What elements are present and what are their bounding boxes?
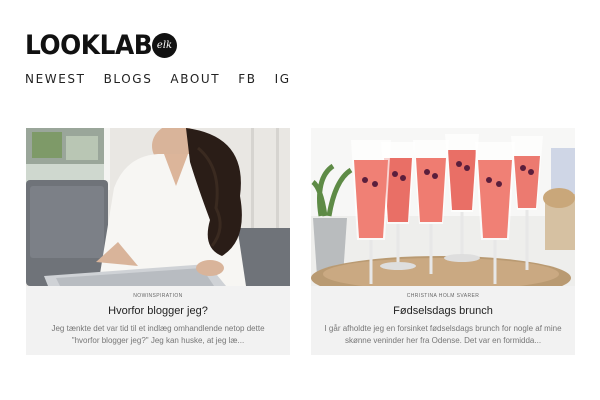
post-excerpt: I går afholdte jeg en forsinket fødselsd…: [324, 324, 562, 345]
logo-wordmark: LOOKLAB: [25, 30, 153, 61]
post-image-champagne-glasses[interactable]: [311, 128, 575, 286]
site-logo[interactable]: LOOKLAB elk: [25, 30, 177, 61]
post-title[interactable]: Hvorfor blogger jeg?: [26, 305, 290, 317]
nav-item-fb[interactable]: FB: [238, 72, 256, 86]
nav-item-ig[interactable]: IG: [275, 72, 291, 86]
post-category: CHRISTINA HOLM SVARER: [406, 293, 480, 299]
logo-badge: elk: [152, 33, 177, 58]
post-card[interactable]: NOWINSPIRATION Hvorfor blogger jeg? Jeg …: [26, 128, 290, 355]
main-nav: NEWEST BLOGS ABOUT FB IG: [25, 72, 291, 86]
post-card[interactable]: CHRISTINA HOLM SVARER Fødselsdags brunch…: [311, 128, 575, 355]
post-category: NOWINSPIRATION: [133, 293, 183, 299]
nav-item-about[interactable]: ABOUT: [170, 72, 220, 86]
post-image-woman-laptop[interactable]: [26, 128, 290, 286]
post-title[interactable]: Fødselsdags brunch: [311, 305, 575, 317]
post-excerpt: Jeg tænkte det var tid til et indlæg omh…: [51, 324, 265, 345]
nav-item-newest[interactable]: NEWEST: [25, 72, 86, 86]
nav-item-blogs[interactable]: BLOGS: [104, 72, 153, 86]
